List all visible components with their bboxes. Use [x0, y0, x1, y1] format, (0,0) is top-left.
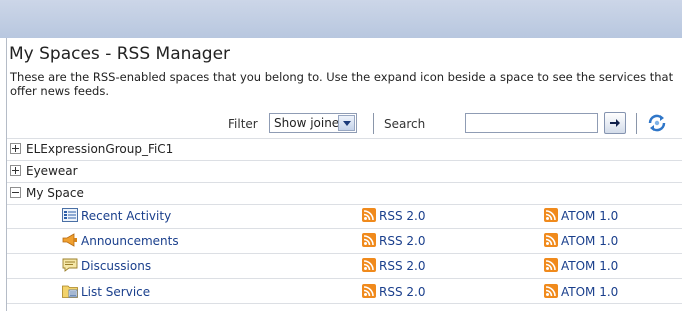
- discussions-icon: [62, 258, 78, 272]
- rss-label: RSS 2.0: [379, 234, 426, 248]
- expand-icon[interactable]: [10, 143, 21, 154]
- rss-label: RSS 2.0: [379, 209, 426, 223]
- atom-link[interactable]: ATOM 1.0: [544, 284, 618, 299]
- filter-select-value: Show joined: [274, 116, 347, 130]
- tree-divider: [7, 228, 682, 229]
- rss-label: RSS 2.0: [379, 259, 426, 273]
- tree-divider: [7, 303, 682, 304]
- rss-feed-icon: [362, 258, 376, 272]
- filter-select[interactable]: Show joined: [269, 113, 357, 133]
- toolbar-divider: [373, 113, 374, 134]
- atom-label: ATOM 1.0: [561, 209, 619, 223]
- page-title: My Spaces - RSS Manager: [9, 44, 231, 64]
- space-name: ELExpressionGroup_FiC1: [26, 142, 174, 156]
- atom-feed-icon: [544, 284, 558, 298]
- refresh-icon[interactable]: [646, 112, 668, 134]
- search-input[interactable]: [465, 113, 598, 133]
- atom-link[interactable]: ATOM 1.0: [544, 233, 618, 248]
- arrow-right-icon: [610, 119, 620, 127]
- rss-link[interactable]: RSS 2.0: [362, 258, 425, 273]
- rss-link[interactable]: RSS 2.0: [362, 233, 425, 248]
- announcements-icon: [62, 233, 77, 247]
- atom-link[interactable]: ATOM 1.0: [544, 208, 618, 223]
- tree-divider: [7, 204, 682, 205]
- space-name: My Space: [26, 186, 84, 200]
- left-border: [6, 38, 7, 311]
- atom-feed-icon: [544, 258, 558, 272]
- atom-label: ATOM 1.0: [561, 285, 619, 299]
- tree-divider: [7, 160, 682, 161]
- service-name: Announcements: [81, 234, 179, 248]
- service-name: Discussions: [81, 259, 152, 273]
- rss-link[interactable]: RSS 2.0: [362, 208, 425, 223]
- rss-feed-icon: [362, 284, 376, 298]
- filter-label: Filter: [228, 117, 258, 131]
- chevron-down-icon[interactable]: [338, 115, 355, 131]
- service-name: Recent Activity: [81, 209, 172, 223]
- atom-feed-icon: [544, 233, 558, 247]
- rss-link[interactable]: RSS 2.0: [362, 284, 425, 299]
- service-link-list-service[interactable]: List Service: [62, 284, 150, 299]
- header-banner: [0, 0, 682, 38]
- space-name: Eyewear: [26, 164, 78, 178]
- list-service-icon: [62, 285, 78, 298]
- atom-label: ATOM 1.0: [561, 234, 619, 248]
- service-name: List Service: [81, 285, 151, 299]
- tree-divider: [7, 138, 682, 139]
- space-row-eyewear[interactable]: Eyewear: [10, 164, 78, 178]
- service-link-discussions[interactable]: Discussions: [62, 258, 151, 273]
- atom-link[interactable]: ATOM 1.0: [544, 258, 618, 273]
- service-link-announcements[interactable]: Announcements: [62, 233, 179, 248]
- tree-divider: [7, 253, 682, 254]
- rss-label: RSS 2.0: [379, 285, 426, 299]
- atom-feed-icon: [544, 208, 558, 222]
- collapse-icon[interactable]: [10, 187, 21, 198]
- page-description: These are the RSS-enabled spaces that yo…: [10, 70, 674, 98]
- tree-divider: [7, 278, 682, 279]
- expand-icon[interactable]: [10, 165, 21, 176]
- space-row-my-space[interactable]: My Space: [10, 186, 84, 200]
- service-link-recent-activity[interactable]: Recent Activity: [62, 208, 171, 223]
- search-label: Search: [384, 117, 426, 131]
- atom-label: ATOM 1.0: [561, 259, 619, 273]
- rss-feed-icon: [362, 208, 376, 222]
- toolbar-divider-2: [636, 113, 637, 134]
- recent-activity-icon: [62, 208, 78, 222]
- tree-divider: [7, 182, 682, 183]
- space-row-elexpressiongroup[interactable]: ELExpressionGroup_FiC1: [10, 142, 173, 156]
- rss-feed-icon: [362, 233, 376, 247]
- search-go-button[interactable]: [604, 112, 626, 134]
